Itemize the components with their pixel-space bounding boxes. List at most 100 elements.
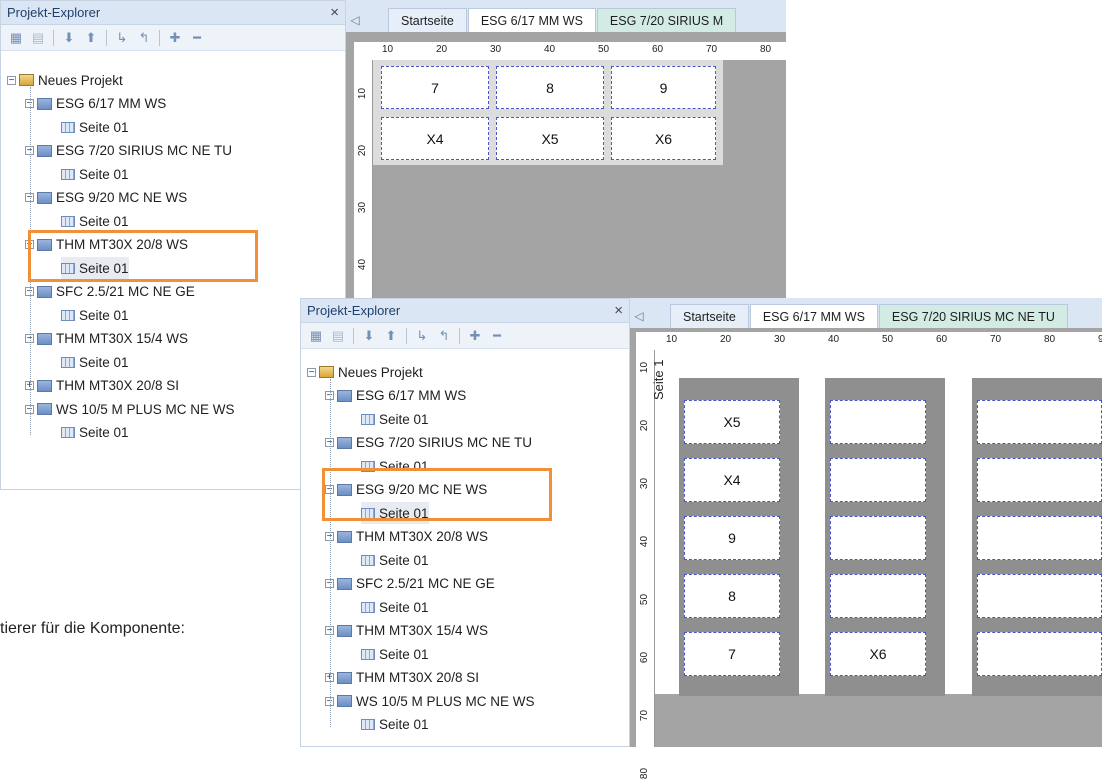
label-cell[interactable]: X4 [684,458,780,502]
indent-icon[interactable]: ↳ [113,29,131,47]
component-icon [37,97,52,110]
tree-subitem[interactable]: Seite 01 [61,304,129,326]
label-cell[interactable]: X5 [496,117,604,160]
tree-subitem[interactable]: Seite 01 [361,408,429,430]
project-tree: − Neues Projekt − ESG 6/17 MM WS Seite 01 − ES… [301,351,629,746]
label-cell[interactable] [977,632,1102,676]
ruler-tick-label: 20 [436,44,448,55]
tree-root[interactable]: − Neues Projekt [7,69,123,91]
tree-item[interactable]: − ESG 9/20 MC NE WS [25,187,187,209]
indent-icon[interactable]: ↳ [413,327,431,345]
label-cell[interactable]: 9 [611,66,716,109]
tree-item-label: Neues Projekt [338,364,423,380]
tree-item-label: Seite 01 [79,425,129,440]
collapse-all-icon[interactable]: ━ [488,327,506,345]
tab-esg-7-20[interactable]: ESG 7/20 SIRIUS MC NE TU [878,304,1068,328]
tab-startseite[interactable]: Startseite [670,304,749,328]
label-cell[interactable]: 9 [684,516,780,560]
ruler-tick-label: 20 [720,334,732,345]
close-icon[interactable]: × [330,4,339,21]
collapse-icon[interactable]: − [7,75,16,85]
tree-item[interactable]: − ESG 7/20 SIRIUS MC NE TU [25,140,232,162]
tab-scroll-left-icon[interactable]: ◁ [346,8,364,32]
label-cell[interactable] [830,574,926,618]
caption-text: tierer für die Komponente: [0,620,185,637]
tree-item-label: THM MT30X 20/8 SI [56,378,180,393]
tree-item[interactable]: + THM MT30X 20/8 SI [25,375,179,397]
tree-subitem[interactable]: Seite 01 [361,549,429,571]
label-cell[interactable] [977,574,1102,618]
component-icon [37,403,52,415]
tab-scroll-left-icon[interactable]: ◁ [630,304,648,328]
label-cell[interactable] [830,458,926,502]
tree-subitem[interactable]: Seite 01 [61,210,129,232]
move-down-icon[interactable]: ⬇ [60,29,78,47]
tab-esg-7-20[interactable]: ESG 7/20 SIRIUS M [596,8,737,32]
tree-item[interactable]: − WS 10/5 M PLUS MC NE WS [25,398,235,420]
document-tabs: ◁ Startseite ESG 6/17 MM WS ESG 7/20 SIR… [346,0,786,32]
new-project-icon[interactable]: ▦ [307,327,325,345]
collapse-all-icon[interactable]: ━ [188,29,206,47]
open-icon[interactable]: ▤ [329,327,347,345]
open-icon[interactable]: ▤ [29,29,47,47]
tree-subitem[interactable]: Seite 01 [61,422,129,444]
ruler-tick-label: 70 [639,709,651,722]
tree-subitem[interactable]: Seite 01 [361,643,429,665]
label-cell[interactable]: 8 [684,574,780,618]
tree-item[interactable]: + THM MT30X 20/8 SI [325,667,479,689]
tree-item-label: THM MT30X 15/4 WS [356,623,489,638]
highlight-box [28,230,258,282]
label-cell[interactable]: X6 [611,117,716,160]
label-cell[interactable]: X5 [684,400,780,444]
tab-esg-6-17[interactable]: ESG 6/17 MM WS [467,8,596,32]
tree-item-label: ESG 6/17 MM WS [56,96,167,111]
ruler-tick-label: 80 [639,767,651,779]
tree-item[interactable]: − ESG 6/17 MM WS [325,385,466,407]
tree-subitem[interactable]: Seite 01 [61,116,129,138]
tree-subitem[interactable]: Seite 01 [61,163,129,185]
label-cell[interactable]: X6 [830,632,926,676]
label-cell[interactable] [977,400,1102,444]
move-up-icon[interactable]: ⬆ [82,29,100,47]
ruler-tick-label: 60 [936,334,948,345]
outdent-icon[interactable]: ↰ [435,327,453,345]
tree-subitem[interactable]: Seite 01 [61,351,129,373]
outdent-icon[interactable]: ↰ [135,29,153,47]
tree-item-label: ESG 6/17 MM WS [356,388,467,403]
tree-item[interactable]: − THM MT30X 15/4 WS [25,328,188,350]
label-cell[interactable]: 7 [381,66,489,109]
tab-esg-6-17[interactable]: ESG 6/17 MM WS [749,304,878,328]
label-cell[interactable] [977,516,1102,560]
label-cell[interactable] [977,458,1102,502]
add-item-icon[interactable]: ✚ [166,29,184,47]
ruler-tick-label: 20 [357,144,369,157]
component-icon [337,695,352,707]
new-project-icon[interactable]: ▦ [7,29,25,47]
tab-startseite[interactable]: Startseite [388,8,467,32]
tree-root[interactable]: − Neues Projekt [307,361,423,383]
label-cell[interactable]: 8 [496,66,604,109]
label-cell[interactable] [830,516,926,560]
close-icon[interactable]: × [614,302,623,319]
move-down-icon[interactable]: ⬇ [360,327,378,345]
tree-item[interactable]: − WS 10/5 M PLUS MC NE WS [325,690,535,712]
label-cell[interactable]: 7 [684,632,780,676]
label-cell[interactable] [830,400,926,444]
tree-item-label: THM MT30X 20/8 SI [356,670,480,685]
tree-item[interactable]: − SFC 2.5/21 MC NE GE [325,573,495,595]
tree-item[interactable]: − ESG 7/20 SIRIUS MC NE TU [325,432,532,454]
tree-item[interactable]: − ESG 6/17 MM WS [25,93,166,115]
tree-item[interactable]: − THM MT30X 15/4 WS [325,620,488,642]
panel-header: Projekt-Explorer × [1,1,345,25]
collapse-icon[interactable]: − [307,367,316,377]
add-item-icon[interactable]: ✚ [466,327,484,345]
tree-item[interactable]: − THM MT30X 20/8 WS [325,526,488,548]
tree-subitem[interactable]: Seite 01 [361,714,429,736]
ruler-tick-label: 90 [1098,334,1102,345]
component-icon [37,191,52,204]
tree-subitem[interactable]: Seite 01 [361,596,429,618]
component-icon [337,671,352,684]
move-up-icon[interactable]: ⬆ [382,327,400,345]
tree-item[interactable]: − SFC 2.5/21 MC NE GE [25,281,195,303]
label-cell[interactable]: X4 [381,117,489,160]
